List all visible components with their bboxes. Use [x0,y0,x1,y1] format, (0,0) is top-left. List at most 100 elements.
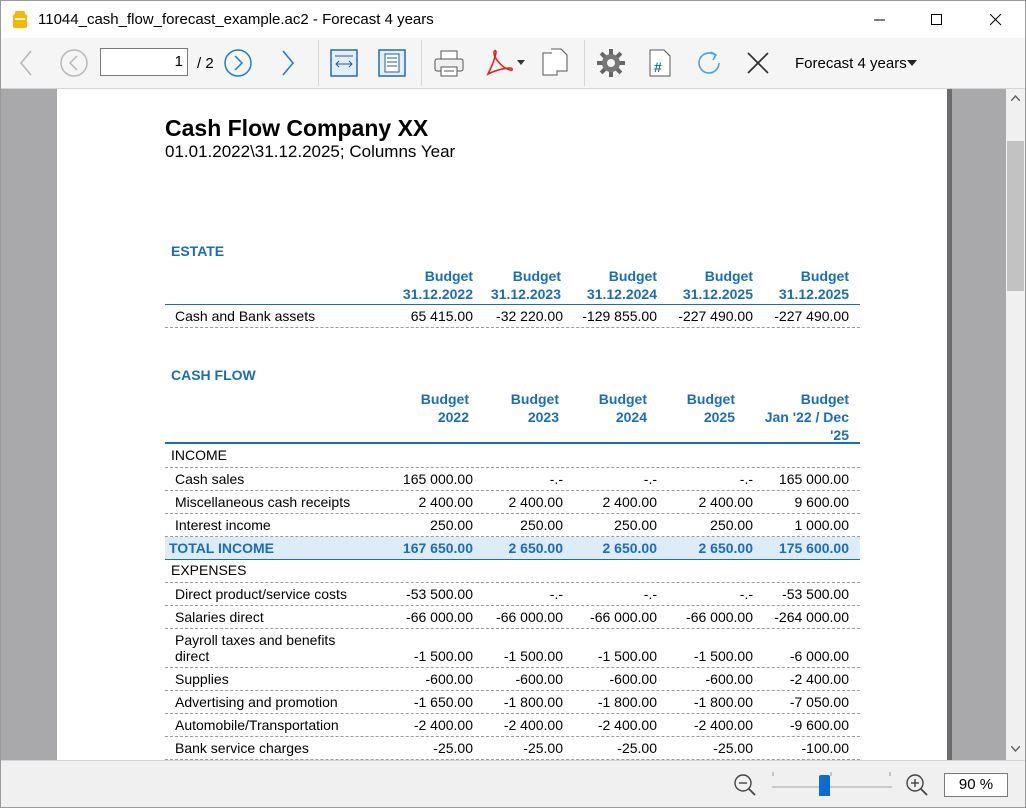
page-number-button[interactable]: # [645,44,675,82]
row-value: 250.00 [520,516,563,533]
zoom-slider-track[interactable] [772,786,892,788]
estate-column-header: Budget 31.12.2025 [653,267,753,303]
estate-heading: ESTATE [171,243,225,259]
row-value: -25.00 [433,739,473,756]
fit-width-button[interactable] [327,44,361,82]
next-page-button[interactable] [221,44,255,82]
close-icon [990,13,1002,25]
maximize-button[interactable] [914,1,960,38]
row-label: Bank service charges [175,739,309,756]
row-value: -2 400.00 [789,670,849,687]
row-value: -66 000.00 [590,608,657,625]
app-window: 11044_cash_flow_forecast_example.ac2 - F… [0,0,1026,808]
back-button[interactable] [11,44,41,82]
row-value: 2 650.00 [602,539,658,556]
previous-page-button[interactable] [57,44,91,82]
close-window-button[interactable] [973,1,1019,38]
fit-page-icon [378,49,406,77]
row-value: -7 050.00 [789,693,849,710]
zoom-out-icon[interactable] [733,773,757,797]
row-value: 2 650.00 [698,539,754,556]
row-value: -227 490.00 [774,307,849,324]
print-button[interactable] [431,44,467,82]
row-value: 250.00 [710,516,753,533]
expense-row: Payroll taxes and benefits direct -1 500.0… [165,629,860,668]
expense-row: Direct product/service costs -53 500.00 -.… [165,583,860,606]
export-pdf-button[interactable] [481,44,527,82]
row-value: 250.00 [614,516,657,533]
row-value: -.- [549,470,563,487]
column-header-line: 31.12.2024 [586,286,657,302]
forward-button[interactable] [273,44,303,82]
minimize-button[interactable] [857,1,903,38]
income-row: Interest income 250.00 250.00 250.00 250.00 1… [165,514,860,537]
column-header-line: 31.12.2023 [490,286,561,302]
income-row: Cash sales 165 000.00 -.- -.- -.- 165 000.00 [165,468,860,491]
app-logo-icon [13,11,27,28]
settings-button[interactable] [593,44,629,82]
row-value: -25.00 [523,739,563,756]
row-value: 1 000.00 [794,516,850,533]
column-header-line: Budget [704,268,753,284]
vertical-scrollbar[interactable] [1006,89,1025,760]
cashflow-heading: CASH FLOW [171,367,256,383]
toolbar-separator [584,40,585,86]
row-value: -25.00 [617,739,657,756]
cashflow-column-header: Budget 2025 [625,390,735,426]
maximize-icon [931,13,942,25]
document-viewport[interactable]: Cash Flow Company XX 01.01.2022\31.12.20… [1,89,1006,760]
row-value: -.- [643,470,657,487]
column-header-line: 31.12.2025 [778,286,849,302]
expense-row: Supplies -600.00 -600.00 -600.00 -600.00 -2 4… [165,668,860,691]
row-value: -129 855.00 [582,307,657,324]
svg-text:#: # [654,59,662,75]
report-layout-dropdown[interactable]: Forecast 4 years [795,55,907,72]
scroll-down-icon[interactable] [1011,746,1020,752]
zoom-in-icon[interactable] [905,773,929,797]
total-income-row: TOTAL INCOME 167 650.00 2 650.00 2 650.00 2 … [165,537,860,560]
row-value: 165 000.00 [402,470,473,487]
expense-row: Automobile/Transportation -2 400.00 -2 400… [165,714,860,737]
toolbar-separator [318,40,319,86]
expenses-group-row: EXPENSES [165,560,860,583]
copy-icon [542,48,568,76]
row-value: -2 400.00 [413,716,473,733]
row-value: 9 600.00 [794,493,850,510]
row-value: 250.00 [430,516,473,533]
copy-button[interactable] [537,44,573,82]
fit-page-button[interactable] [375,44,409,82]
row-value: -53 500.00 [406,585,473,602]
column-header-line: Budget [512,268,561,284]
row-value: -9 600.00 [789,716,849,733]
row-label: Miscellaneous cash receipts [175,493,351,510]
column-header-line: Budget [608,268,657,284]
row-value: -.- [643,585,657,602]
scroll-up-icon[interactable] [1011,95,1020,101]
row-label: Cash sales [175,470,245,487]
zoom-slider-thumb[interactable] [819,775,830,796]
row-value: 165 000.00 [778,470,849,487]
row-value: -1 500.00 [597,648,657,664]
estate-column-header: Budget 31.12.2023 [461,267,561,303]
row-value: -1 800.00 [693,693,753,710]
row-value: -1 500.00 [503,648,563,664]
page-number-input[interactable]: 1 [100,48,188,76]
close-report-button[interactable] [741,44,775,82]
refresh-button[interactable] [691,44,727,82]
status-bar: 90 % [1,760,1025,807]
row-label: Advertising and promotion [175,693,338,710]
chevron-down-icon[interactable] [907,60,917,66]
row-value: -1 650.00 [413,693,473,710]
settings-icon [597,49,625,77]
row-value: -1 800.00 [597,693,657,710]
row-value: -66 000.00 [686,608,753,625]
zoom-slider-ticks [772,772,891,776]
row-value: -53 500.00 [782,585,849,602]
column-header-line: Budget [800,268,849,284]
zoom-percent-field[interactable]: 90 % [944,773,1008,797]
row-label: Cash and Bank assets [175,307,316,324]
row-value: 2 650.00 [508,539,564,556]
scrollbar-thumb[interactable] [1007,141,1024,291]
income-row: Miscellaneous cash receipts 2 400.00 2 400… [165,491,860,514]
row-value: 2 400.00 [418,493,474,510]
